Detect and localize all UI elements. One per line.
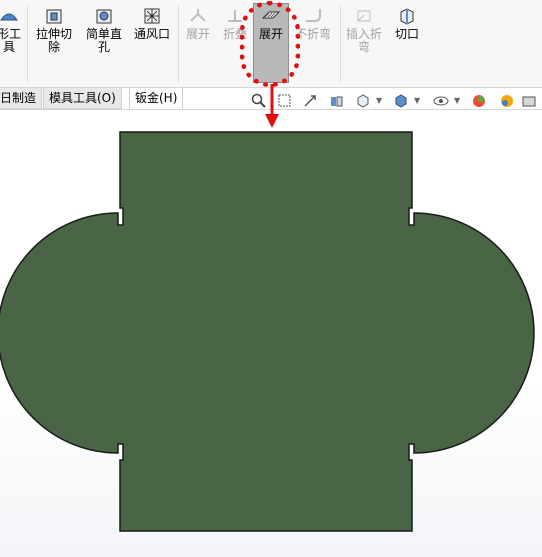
insert-bends-icon xyxy=(357,10,371,22)
simple-hole-icon xyxy=(96,9,112,24)
apply-scene-icon[interactable] xyxy=(498,92,516,110)
ribbon-separator xyxy=(27,6,28,82)
flat-pattern-part xyxy=(0,131,535,532)
ribbon-separator xyxy=(178,6,179,82)
simple-hole-button[interactable]: 简单直 孔 xyxy=(80,6,128,54)
section-view-icon[interactable] xyxy=(328,92,346,110)
extruded-cut-button[interactable]: 拉伸切 除 xyxy=(32,6,76,54)
ribbon-separator xyxy=(340,6,341,82)
view-orientation-dropdown-icon[interactable]: ▼ xyxy=(376,96,382,105)
unfold-icon xyxy=(190,9,206,22)
vent-icon xyxy=(144,8,160,24)
tab-sheet-metal[interactable]: 钣金(H) xyxy=(129,88,184,109)
annotation-highlight-ring xyxy=(240,1,300,87)
tab-sheet-metal-label: 钣金(H) xyxy=(135,91,178,105)
hide-show-icon[interactable] xyxy=(432,92,450,110)
hide-show-dropdown-icon[interactable]: ▼ xyxy=(454,96,460,105)
no-bends-icon xyxy=(306,9,321,22)
tab-mold-tools[interactable]: 模具工具(O) xyxy=(43,88,122,109)
graphics-area[interactable] xyxy=(0,110,542,557)
command-manager-ribbon: 形工 具 拉伸切 除 简单直 孔 通风口 展开 折叠 展开 不折弯 插入折 弯 … xyxy=(0,0,542,88)
vent-button[interactable]: 通风口 xyxy=(130,6,174,41)
tab-mold-tools-label: 模具工具(O) xyxy=(49,91,116,105)
view-orientation-icon[interactable] xyxy=(354,92,372,110)
tab-manufacturing-label: 日制造 xyxy=(0,91,37,105)
insert-bends-label: 插入折 弯 xyxy=(345,27,382,54)
simple-hole-label: 简单直 孔 xyxy=(85,27,122,54)
flat-pattern-outline xyxy=(0,131,535,532)
forming-tool-icon xyxy=(0,13,18,21)
extruded-cut-icon xyxy=(46,9,62,24)
forming-tool-button[interactable]: 形工 具 xyxy=(0,6,24,54)
display-style-dropdown-icon[interactable]: ▼ xyxy=(414,96,420,105)
edit-appearance-icon[interactable] xyxy=(470,92,488,110)
previous-view-icon[interactable] xyxy=(302,92,320,110)
forming-tool-label: 形工 具 xyxy=(0,27,21,54)
unfold-button[interactable]: 展开 xyxy=(181,6,215,41)
rip-icon xyxy=(400,8,414,25)
rip-label: 切口 xyxy=(394,27,419,41)
heads-up-view-toolbar: ▼ ▼ ▼ xyxy=(248,92,542,112)
insert-bends-button[interactable]: 插入折 弯 xyxy=(342,6,386,54)
tab-manufacturing[interactable]: 日制造 xyxy=(0,88,43,109)
red-arrow-annotation-icon xyxy=(265,84,279,128)
extruded-cut-label: 拉伸切 除 xyxy=(35,27,72,54)
vent-label: 通风口 xyxy=(133,27,170,41)
rip-button[interactable]: 切口 xyxy=(390,6,424,41)
view-settings-icon[interactable] xyxy=(520,92,538,110)
display-style-icon[interactable] xyxy=(392,92,410,110)
unfold-label: 展开 xyxy=(185,27,210,41)
